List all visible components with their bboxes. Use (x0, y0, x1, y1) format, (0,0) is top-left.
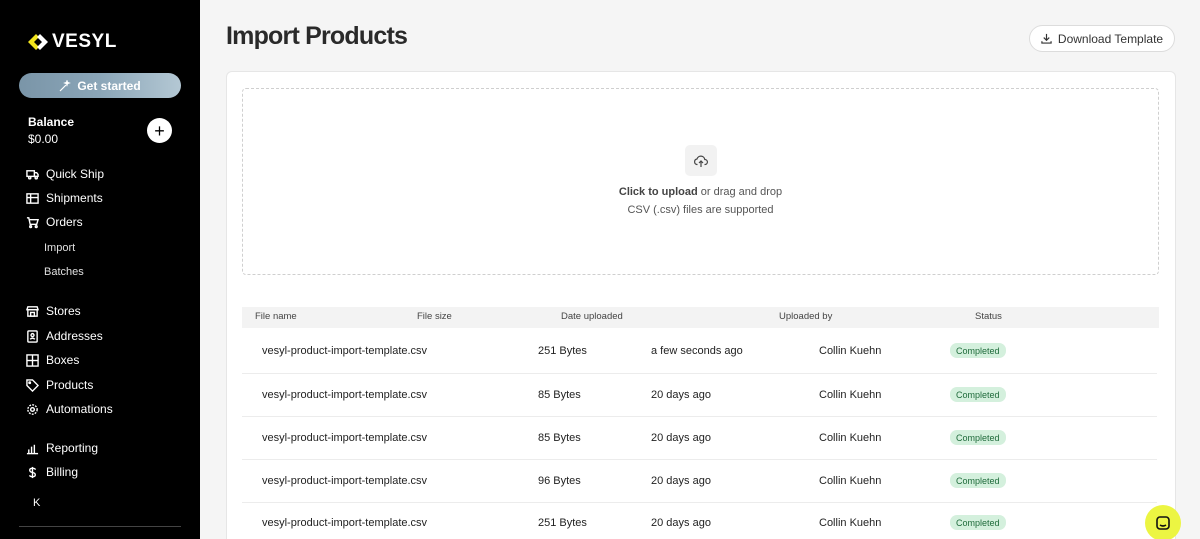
nav-item-automations[interactable]: Automations (26, 400, 113, 418)
status-badge: Completed (950, 473, 1006, 488)
column-header-status[interactable]: Status (975, 311, 1002, 322)
nav-label: Billing (46, 465, 79, 479)
status-badge: Completed (950, 343, 1006, 358)
uploaded-by-cell: Collin Kuehn (819, 475, 882, 487)
chat-icon (1156, 516, 1170, 530)
nav-item-addresses[interactable]: Addresses (26, 327, 103, 345)
upload-hint: CSV (.csv) files are supported (627, 204, 774, 216)
truck-icon (26, 169, 39, 180)
nav-label: Stores (46, 304, 81, 318)
sidebar: VESYL Get started Balance $0.00 + Quick … (0, 0, 200, 539)
cloud-upload-icon (694, 155, 708, 167)
drag-drop-text: or drag and drop (697, 186, 783, 198)
file-name-cell: vesyl-product-import-template.csv (262, 432, 428, 444)
nav-label: Boxes (46, 353, 80, 367)
nav-label: Products (46, 378, 94, 392)
nav-item-stores[interactable]: Stores (26, 302, 81, 320)
nav-label: Orders (46, 215, 83, 229)
nav-item-boxes[interactable]: Boxes (26, 351, 79, 369)
download-template-label: Download Template (1057, 31, 1164, 46)
nav-item-products[interactable]: Products (26, 376, 93, 394)
column-header-date-uploaded[interactable]: Date uploaded (561, 311, 623, 322)
column-header-file-name[interactable]: File name (255, 311, 297, 322)
column-header-file-size[interactable]: File size (417, 311, 452, 322)
chat-support-button[interactable] (1145, 505, 1181, 539)
column-header-uploaded-by[interactable]: Uploaded by (779, 311, 832, 322)
magic-wand-icon (59, 79, 72, 91)
file-name-cell: vesyl-product-import-template.csv (262, 345, 428, 357)
brand-name: VESYL (52, 31, 117, 52)
add-balance-button[interactable]: + (147, 118, 172, 143)
vesyl-logo-icon (28, 34, 48, 50)
file-size-cell: 85 Bytes (538, 389, 581, 401)
nav-subitem-batches[interactable]: Batches (44, 266, 84, 278)
nav-item-quick-ship[interactable]: Quick Ship (26, 165, 104, 183)
nav-item-orders[interactable]: Orders (26, 213, 83, 231)
date-uploaded-cell: 20 days ago (651, 432, 711, 444)
file-dropzone[interactable] (242, 88, 1159, 275)
nav-label: Shipments (46, 191, 103, 205)
table-header (242, 307, 1159, 328)
bar-chart-icon (26, 444, 39, 454)
file-name-cell: vesyl-product-import-template.csv (262, 517, 428, 529)
status-badge: Completed (950, 387, 1006, 402)
gear-icon (27, 403, 38, 415)
store-icon (26, 305, 39, 317)
nav-label: Quick Ship (46, 167, 105, 181)
nav-item-billing[interactable]: Billing (26, 463, 78, 481)
balance-value: $0.00 (28, 132, 59, 146)
date-uploaded-cell: 20 days ago (651, 517, 711, 529)
logo[interactable]: VESYL (28, 31, 117, 53)
boxes-icon (26, 353, 39, 367)
click-to-upload-link[interactable]: Click to upload (619, 186, 698, 198)
nav-label: Automations (46, 402, 113, 416)
upload-instructions: Click to upload or drag and drop (242, 186, 1159, 198)
nav-subitem-import[interactable]: Import (44, 242, 75, 254)
dollar-icon (29, 466, 36, 478)
uploaded-by-cell: Collin Kuehn (819, 432, 882, 444)
file-size-cell: 85 Bytes (538, 432, 581, 444)
balance-block: Balance $0.00 (28, 115, 74, 146)
uploaded-by-cell: Collin Kuehn (819, 345, 882, 357)
cart-icon (26, 216, 39, 228)
tag-icon (26, 378, 39, 392)
nav-label: Addresses (46, 329, 103, 343)
nav-label: Reporting (46, 441, 99, 455)
date-uploaded-cell: 20 days ago (651, 475, 711, 487)
file-size-cell: 96 Bytes (538, 475, 581, 487)
status-badge: Completed (950, 430, 1006, 445)
address-book-icon (27, 329, 38, 343)
grid-icon (26, 192, 39, 204)
file-name-cell: vesyl-product-import-template.csv (262, 475, 428, 487)
collapse-sidebar-button[interactable]: K (33, 497, 40, 509)
date-uploaded-cell: a few seconds ago (651, 345, 743, 357)
file-size-cell: 251 Bytes (538, 517, 587, 529)
balance-label: Balance (28, 115, 75, 129)
page-title: Import Products (226, 22, 408, 50)
download-icon (1041, 33, 1052, 44)
nav-item-shipments[interactable]: Shipments (26, 189, 103, 207)
get-started-button[interactable]: Get started (19, 73, 181, 98)
file-size-cell: 251 Bytes (538, 345, 587, 357)
sidebar-divider (19, 526, 181, 527)
status-badge: Completed (950, 515, 1006, 530)
nav-item-reporting[interactable]: Reporting (26, 439, 98, 457)
download-template-button[interactable]: Download Template (1029, 25, 1175, 52)
get-started-label: Get started (77, 78, 141, 93)
uploaded-by-cell: Collin Kuehn (819, 389, 882, 401)
upload-icon-box[interactable] (685, 145, 717, 176)
uploaded-by-cell: Collin Kuehn (819, 517, 882, 529)
date-uploaded-cell: 20 days ago (651, 389, 711, 401)
file-name-cell: vesyl-product-import-template.csv (262, 389, 428, 401)
